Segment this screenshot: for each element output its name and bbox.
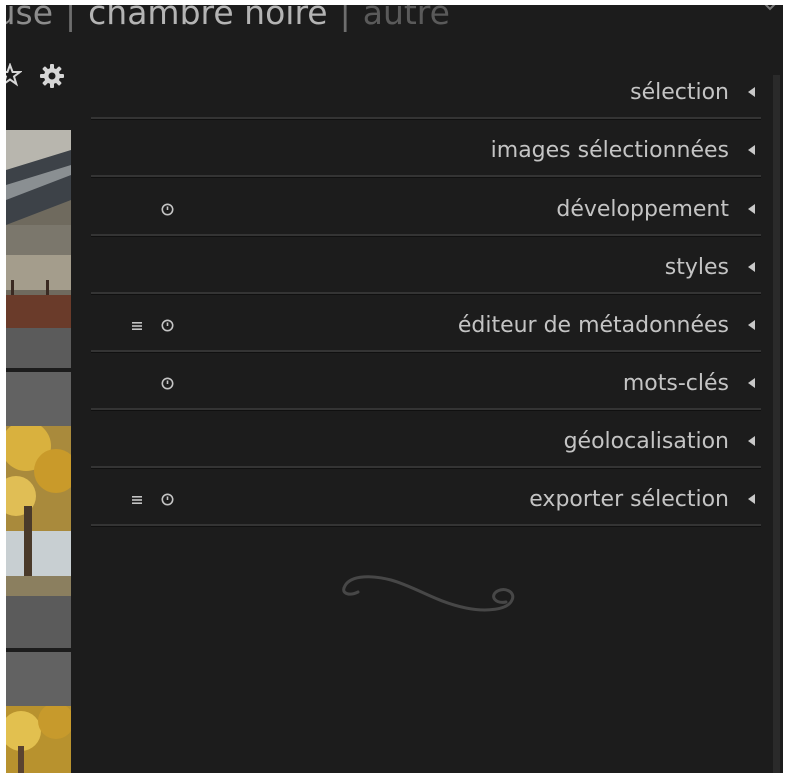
view-separator: | — [65, 5, 77, 32]
module-geolocation[interactable]: géolocalisation — [91, 414, 761, 472]
scrollbar-track[interactable] — [773, 75, 780, 773]
module-divider — [91, 350, 761, 353]
module-development[interactable]: développement — [91, 182, 761, 240]
panel-scrollbar[interactable] — [770, 75, 783, 773]
thumbnail-placeholder[interactable] — [6, 372, 71, 426]
gear-icon[interactable] — [39, 63, 65, 89]
module-selected-images[interactable]: images sélectionnées — [91, 123, 761, 181]
module-divider — [91, 466, 761, 469]
star-icon[interactable] — [6, 63, 22, 87]
module-export-selection[interactable]: exporter sélection — [91, 472, 761, 530]
module-divider — [91, 408, 761, 411]
view-darkroom-tab[interactable]: chambre noire — [88, 5, 327, 32]
filmstrip[interactable] — [6, 110, 71, 773]
module-label: images sélectionnées — [490, 138, 729, 163]
reset-icon[interactable] — [161, 319, 174, 332]
module-label: sélection — [630, 80, 729, 105]
triangle-left-icon[interactable] — [748, 494, 755, 504]
reset-icon[interactable] — [161, 493, 174, 506]
triangle-left-icon[interactable] — [748, 320, 755, 330]
triangle-left-icon[interactable] — [748, 87, 755, 97]
thumbnail-image[interactable] — [6, 426, 71, 596]
right-panel: sélection images sélectionnées développe… — [71, 65, 771, 773]
module-label: éditeur de métadonnées — [457, 313, 729, 338]
reset-icon[interactable] — [161, 377, 174, 390]
hamburger-icon[interactable] — [131, 494, 143, 506]
module-styles[interactable]: styles — [91, 240, 761, 298]
triangle-left-icon[interactable] — [748, 436, 755, 446]
module-label: géolocalisation — [563, 429, 729, 454]
view-switcher: lumineuse | chambre noire | autre — [6, 5, 450, 35]
thumbnail-placeholder[interactable] — [6, 328, 71, 368]
triangle-left-icon[interactable] — [748, 378, 755, 388]
module-label: mots-clés — [622, 371, 729, 396]
module-divider — [91, 117, 761, 120]
hamburger-icon[interactable] — [131, 320, 143, 332]
view-separator: | — [339, 5, 351, 32]
triangle-left-icon[interactable] — [748, 262, 755, 272]
thumbnail-placeholder[interactable] — [6, 596, 71, 648]
module-divider — [91, 175, 761, 178]
module-metadata-editor[interactable]: éditeur de métadonnées — [91, 298, 761, 356]
module-keywords[interactable]: mots-clés — [91, 356, 761, 414]
reset-icon[interactable] — [161, 203, 174, 216]
view-other-tab[interactable]: autre — [363, 5, 450, 32]
view-lighttable-tab[interactable]: lumineuse — [6, 5, 53, 32]
thumbnail-placeholder[interactable] — [6, 652, 71, 706]
chevron-down-icon[interactable] — [763, 5, 777, 13]
module-label: développement — [556, 197, 729, 222]
thumbnail-image[interactable] — [6, 706, 71, 773]
module-divider — [91, 234, 761, 237]
module-selection[interactable]: sélection — [91, 65, 761, 123]
module-label: styles — [664, 255, 729, 280]
triangle-left-icon[interactable] — [748, 145, 755, 155]
lighttable-window: lumineuse | chambre noire | autre — [6, 5, 783, 773]
module-divider — [91, 292, 761, 295]
flourish-icon — [342, 575, 515, 612]
triangle-left-icon[interactable] — [748, 204, 755, 214]
thumbnail-image[interactable] — [6, 130, 71, 328]
module-label: exporter sélection — [529, 487, 729, 512]
module-divider — [91, 524, 761, 527]
